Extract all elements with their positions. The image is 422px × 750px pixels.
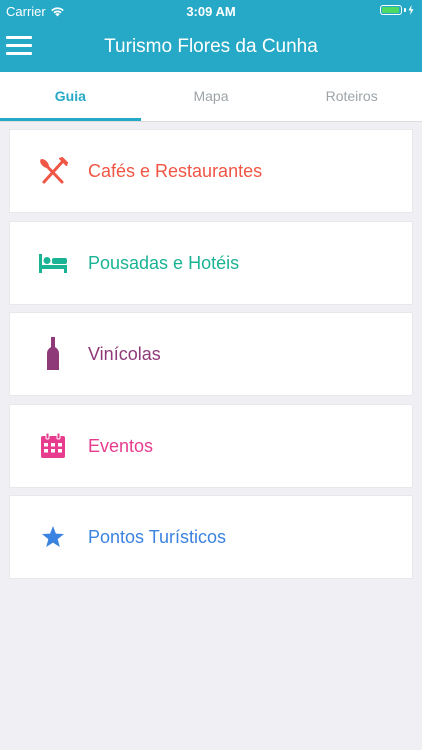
navigation-bar: Turismo Flores da Cunha: [0, 22, 422, 72]
calendar-icon: [38, 432, 68, 460]
wine-bottle-icon: [38, 337, 68, 371]
category-eventos[interactable]: Eventos: [10, 404, 412, 487]
category-label: Vinícolas: [88, 344, 161, 364]
star-icon: [38, 523, 68, 551]
tab-guia[interactable]: Guia: [0, 72, 141, 121]
category-label: Eventos: [88, 435, 154, 456]
category-pontos-turisticos[interactable]: Pontos Turísticos: [10, 496, 412, 578]
category-label: Pousadas e Hotéis: [88, 252, 240, 273]
status-time: 3:09 AM: [186, 4, 236, 19]
tab-roteiros[interactable]: Roteiros: [281, 72, 422, 121]
battery-icon: [380, 5, 414, 15]
category-pousadas-hoteis[interactable]: Pousadas e Hotéis: [10, 221, 412, 304]
tab-bar: Guia Mapa Roteiros: [0, 72, 422, 122]
category-cafes-restaurantes[interactable]: Cafés e Restaurantes: [10, 130, 412, 212]
tab-mapa[interactable]: Mapa: [141, 72, 282, 121]
active-tab-indicator: [0, 118, 141, 121]
page-title: Turismo Flores da Cunha: [104, 36, 318, 57]
charging-bolt-icon: [408, 5, 414, 15]
guide-category-list: Cafés e Restaurantes Pousadas e Hotéis V…: [10, 130, 412, 588]
hamburger-menu-icon[interactable]: [6, 36, 32, 58]
category-label: Pontos Turísticos: [88, 527, 227, 547]
status-bar: Carrier 3:09 AM: [0, 0, 422, 22]
bed-icon: [38, 249, 68, 277]
category-label: Cafés e Restaurantes: [88, 161, 263, 181]
category-vinicolas[interactable]: Vinícolas: [10, 313, 412, 395]
fork-knife-icon: [38, 157, 68, 185]
